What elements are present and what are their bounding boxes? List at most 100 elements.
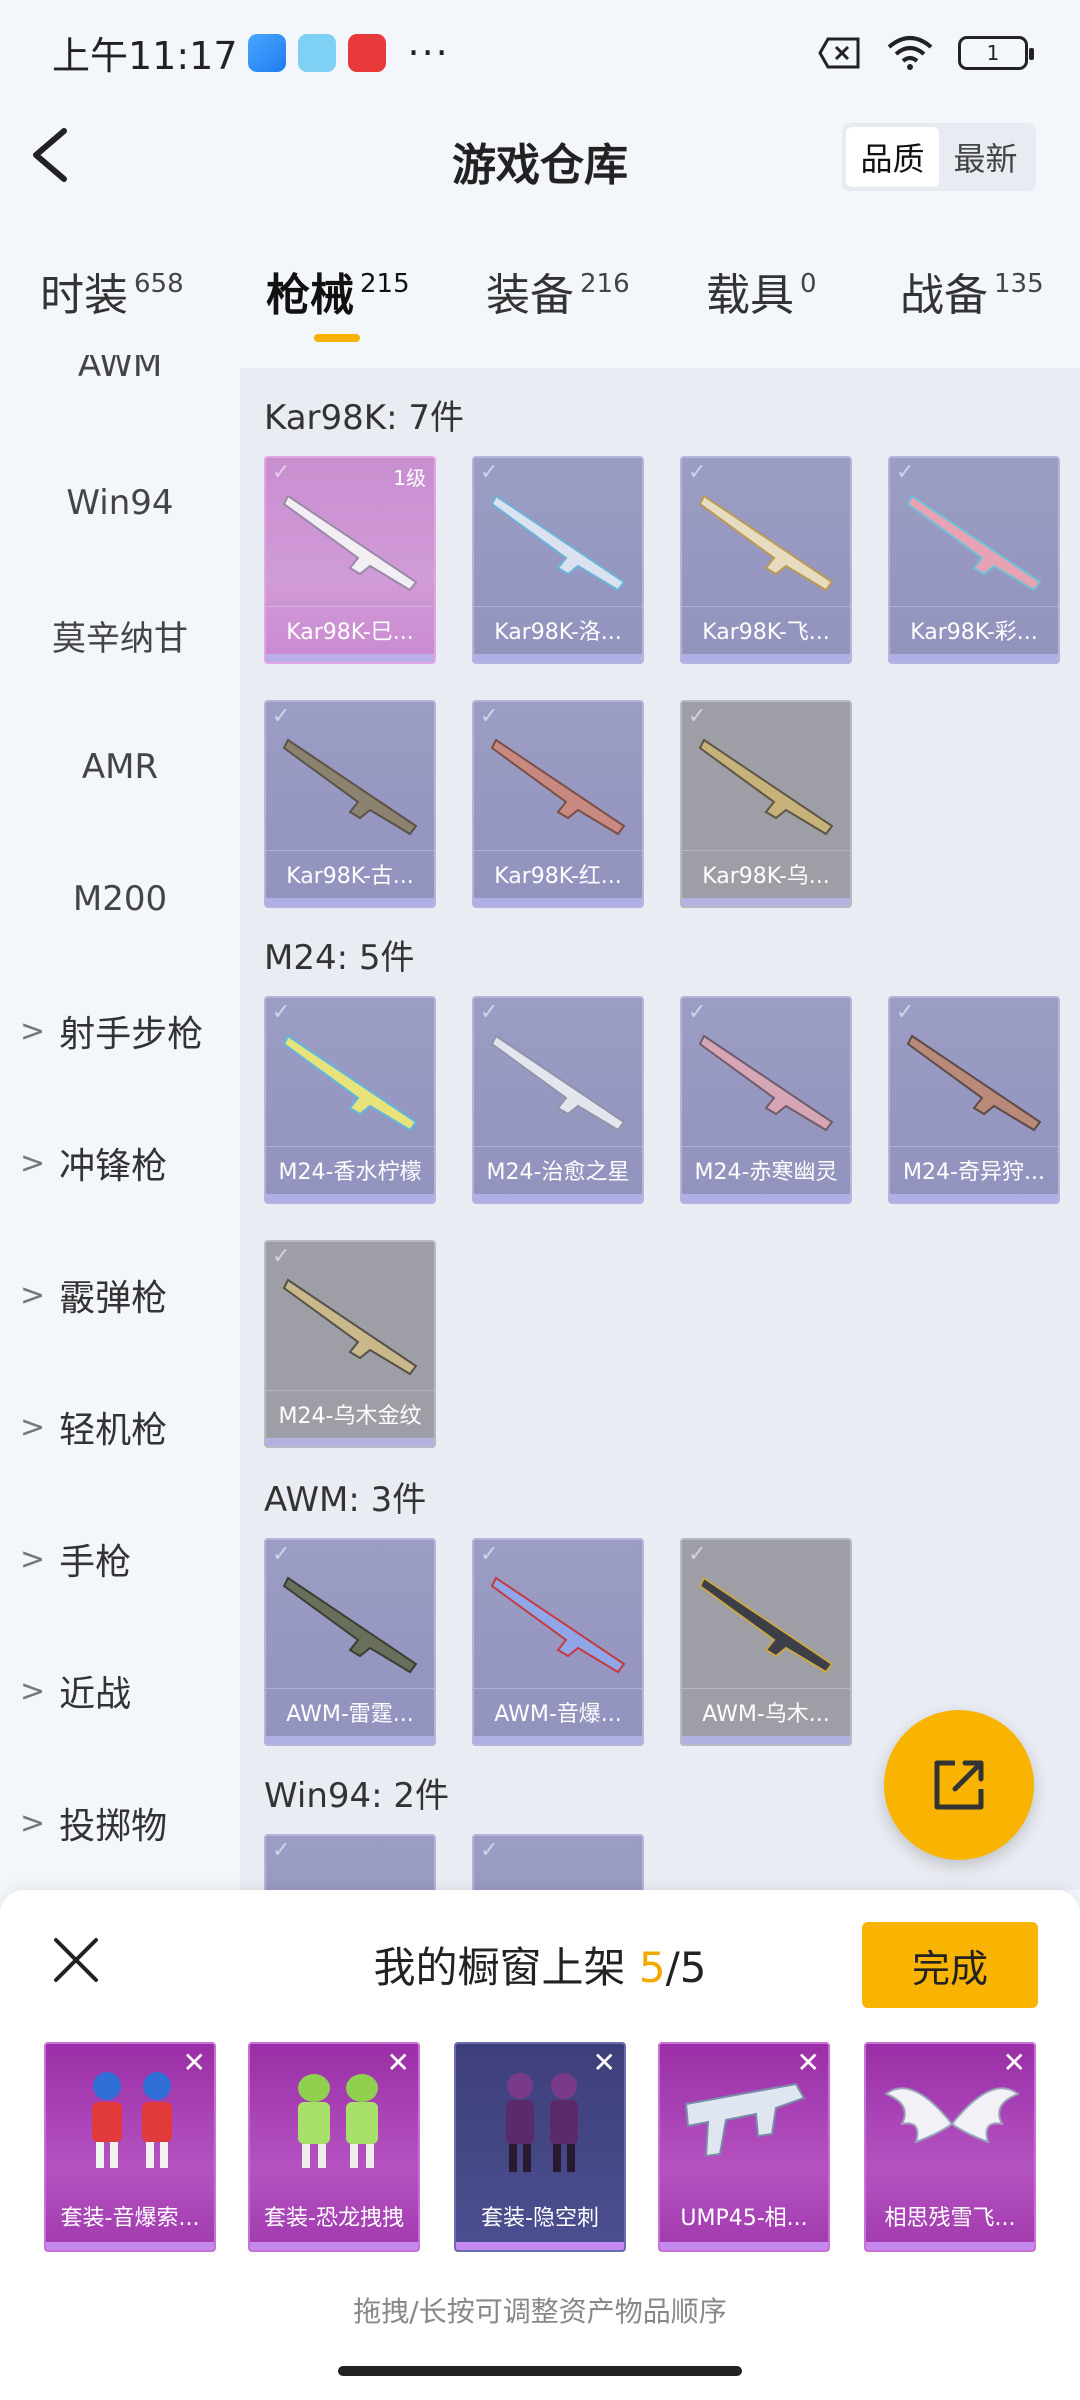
rarity-bar <box>456 2242 624 2250</box>
rifle-icon <box>906 1034 1042 1132</box>
tab-count: 215 <box>360 269 410 299</box>
tab-firearms[interactable]: 枪械 215 <box>266 266 410 326</box>
subnav-group-pistol[interactable]: > 手枪 <box>0 1529 240 1589</box>
shelf-item[interactable]: ✕ UMP45-相... <box>658 2042 830 2252</box>
tab-label: 枪械 <box>266 270 354 321</box>
subnav-item-mosin[interactable]: 莫辛纳甘 <box>0 605 240 665</box>
item-card[interactable]: ✓ M24-奇异狩... <box>888 996 1060 1204</box>
rifle-icon <box>282 1576 418 1674</box>
shelf-item-name: 套装-音爆索... <box>60 2206 200 2231</box>
subnav-group-smg[interactable]: > 冲锋枪 <box>0 1133 240 1193</box>
item-card[interactable]: ✓ M24-乌木金纹 <box>264 1240 436 1448</box>
item-name: AWM-音爆... <box>474 1688 642 1734</box>
item-card[interactable]: ✓ Kar98K-洛... <box>472 456 644 664</box>
subnav-group-throwable[interactable]: > 投掷物 <box>0 1793 240 1853</box>
tab-count: 658 <box>134 269 184 299</box>
item-card[interactable]: ✓ <box>264 1834 436 1890</box>
app-icon-light-blue <box>297 33 336 72</box>
chevron-right-icon: > <box>20 1673 46 1709</box>
item-name: Kar98K-彩... <box>890 606 1058 652</box>
header: 游戏仓库 品质 最新 <box>0 105 1080 205</box>
outfit-icon <box>506 2073 578 2172</box>
subnav-group-shotgun[interactable]: > 霰弹枪 <box>0 1265 240 1325</box>
item-name: M24-治愈之星 <box>474 1146 642 1192</box>
rifle-icon <box>906 494 1042 592</box>
status-time: 上午11:17 <box>52 34 238 78</box>
rarity-bar <box>266 654 434 662</box>
tab-equipment[interactable]: 装备 216 <box>486 266 630 326</box>
subnav-group-label: 投掷物 <box>59 1806 168 1847</box>
battery-level: 1 <box>986 40 1000 65</box>
chevron-right-icon: > <box>20 1409 46 1445</box>
item-card[interactable]: ✓ <box>472 1834 644 1890</box>
item-name: Kar98K-洛... <box>474 606 642 652</box>
rarity-bar <box>266 1736 434 1744</box>
rarity-bar <box>474 654 642 662</box>
rarity-bar <box>682 1194 850 1202</box>
item-card[interactable]: ✓ Kar98K-飞... <box>680 456 852 664</box>
tab-count: 216 <box>580 269 630 299</box>
checkmark-icon: ✓ <box>480 1838 499 1863</box>
shelf-item[interactable]: ✕ 套装-隐空刺 <box>454 2042 626 2252</box>
subnav-group-label: 手枪 <box>59 1542 132 1583</box>
subnav-group-melee[interactable]: > 近战 <box>0 1661 240 1721</box>
subnav-item-amr[interactable]: AMR <box>0 737 240 797</box>
item-card[interactable]: ✓ AWM-雷霆... <box>264 1538 436 1746</box>
tab-fashion[interactable]: 时装 658 <box>40 266 184 326</box>
shelf-item[interactable]: ✕ 套装-恐龙拽拽 <box>248 2042 420 2252</box>
subnav-item-m200[interactable]: M200 <box>0 869 240 929</box>
home-indicator[interactable] <box>338 2366 742 2376</box>
subnav-group-lmg[interactable]: > 轻机枪 <box>0 1397 240 1457</box>
shelf-count-current: 5 <box>638 1943 666 1992</box>
weapon-subnav: AWM Win94 莫辛纳甘 AMR M200 > 射手步枪 > 冲锋枪 > 霰弹枪 … <box>0 355 240 1890</box>
item-name: Kar98K-乌... <box>682 850 850 896</box>
tab-count: 135 <box>994 269 1044 299</box>
shelf-item[interactable]: ✕ 套装-音爆索... <box>44 2042 216 2252</box>
item-name: M24-香水柠檬 <box>266 1146 434 1192</box>
smg-icon <box>684 2082 806 2158</box>
tab-vehicles[interactable]: 载具 0 <box>706 266 817 326</box>
tab-supplies[interactable]: 战备 135 <box>900 266 1044 326</box>
shelf-item-name: 相思残雪飞... <box>884 2206 1016 2231</box>
subnav-group-label: 霰弹枪 <box>59 1278 168 1319</box>
item-card[interactable]: ✓ AWM-音爆... <box>472 1538 644 1746</box>
sort-option-newest[interactable]: 最新 <box>939 127 1032 187</box>
rarity-bar <box>866 2242 1034 2250</box>
subnav-item-win94[interactable]: Win94 <box>0 473 240 533</box>
active-tab-indicator <box>314 334 360 342</box>
item-card[interactable]: ✓ 1级 Kar98K-巳... <box>264 456 436 664</box>
item-card[interactable]: ✓ M24-赤寒幽灵 <box>680 996 852 1204</box>
status-overflow-icon: ··· <box>407 30 450 75</box>
rarity-bar <box>474 1194 642 1202</box>
shelf-item[interactable]: ✕ 相思残雪飞... <box>864 2042 1036 2252</box>
chevron-right-icon: > <box>20 1145 46 1181</box>
item-name: AWM-乌木... <box>682 1688 850 1734</box>
rifle-icon <box>490 1034 626 1132</box>
tab-label: 载具 <box>706 270 794 321</box>
share-button[interactable] <box>884 1710 1034 1860</box>
item-card[interactable]: ✓ Kar98K-红... <box>472 700 644 908</box>
item-card[interactable]: ✓ M24-治愈之星 <box>472 996 644 1204</box>
subnav-group-dmr[interactable]: > 射手步枪 <box>0 1001 240 1061</box>
item-card[interactable]: ✓ Kar98K-彩... <box>888 456 1060 664</box>
rarity-bar <box>890 1194 1058 1202</box>
rifle-icon <box>490 494 626 592</box>
shelf-item-name: 套装-恐龙拽拽 <box>264 2206 404 2231</box>
item-card[interactable]: ✓ Kar98K-乌... <box>680 700 852 908</box>
item-name: AWM-雷霆... <box>266 1688 434 1734</box>
wings-icon <box>883 2087 1021 2144</box>
rifle-icon <box>698 1576 834 1674</box>
item-card[interactable]: ✓ Kar98K-古... <box>264 700 436 908</box>
item-name: M24-乌木金纹 <box>266 1390 434 1436</box>
subnav-group-label: 近战 <box>59 1674 132 1715</box>
item-card[interactable]: ✓ AWM-乌木... <box>680 1538 852 1746</box>
done-button[interactable]: 完成 <box>862 1922 1038 2008</box>
subnav-item-awm[interactable]: AWM <box>0 355 240 395</box>
item-card[interactable]: ✓ M24-香水柠檬 <box>264 996 436 1204</box>
chevron-right-icon: > <box>20 1277 46 1313</box>
rifle-icon <box>282 1034 418 1132</box>
sim-off-icon <box>818 37 860 68</box>
item-name: Kar98K-飞... <box>682 606 850 652</box>
sort-option-quality[interactable]: 品质 <box>846 127 939 187</box>
outfit-icon <box>298 2074 378 2168</box>
